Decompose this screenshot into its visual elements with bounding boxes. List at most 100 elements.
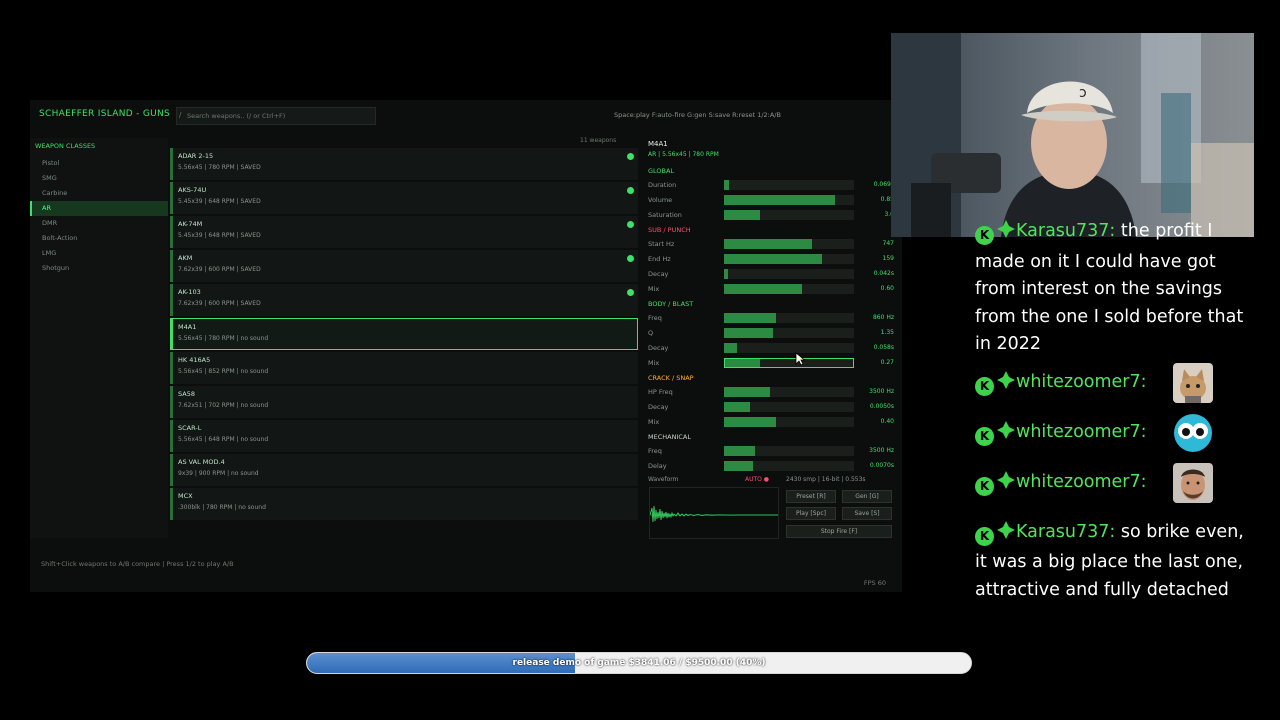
weapon-meta: 5.56x45 | 852 RPM | no sound: [178, 368, 269, 375]
weapon-name: AK-74M: [178, 220, 203, 228]
mouse-cursor-icon: [795, 352, 805, 366]
chat-badges: K: [975, 520, 1016, 550]
param-label: Start Hz: [648, 240, 675, 248]
saved-status-dot: [627, 255, 634, 262]
chat-badges: K: [975, 420, 1016, 450]
waveform-label: Waveform: [648, 476, 679, 483]
param-row: End Hz 159: [648, 252, 902, 267]
save-button[interactable]: Save [S]: [842, 507, 892, 520]
sidebar-item-shotgun[interactable]: Shotgun: [30, 261, 168, 276]
chat-username: Karasu737:: [1016, 521, 1116, 542]
saved-status-dot: [627, 221, 634, 228]
weapon-row[interactable]: AS VAL MOD.4 9x39 | 900 RPM | no sound: [170, 454, 638, 486]
param-slider-fill: [725, 359, 760, 367]
param-slider[interactable]: [724, 446, 854, 456]
sample-info: 2430 smp | 16-bit | 0.553s: [786, 476, 866, 483]
gem-badge-icon: [997, 520, 1015, 539]
param-row: Decay 0.042s: [648, 267, 902, 282]
weapon-name: M4A1: [178, 323, 197, 331]
weapon-name: AK-103: [178, 288, 201, 296]
gem-badge-icon: [997, 370, 1015, 389]
param-slider-fill: [724, 387, 770, 397]
play-button[interactable]: Play [Spc]: [786, 507, 836, 520]
sidebar-item-bolt-action[interactable]: Bolt-Action: [30, 231, 168, 246]
param-row: Mix 0.60: [648, 282, 902, 297]
param-value: 0.058s: [873, 344, 894, 351]
param-value: 0.0050s: [869, 403, 894, 410]
weapon-row[interactable]: MCX .300blk | 780 RPM | no sound: [170, 488, 638, 520]
param-slider[interactable]: [724, 402, 854, 412]
chat-badges: K: [975, 370, 1016, 400]
cat-emote: [1173, 362, 1213, 403]
weapon-row[interactable]: SCAR-L 5.56x45 | 648 RPM | no sound: [170, 420, 638, 452]
stop-fire-button[interactable]: Stop Fire [F]: [786, 525, 892, 538]
param-label: HP Freq: [648, 388, 673, 396]
param-slider[interactable]: [724, 180, 854, 190]
param-slider-fill: [724, 328, 774, 338]
sidebar-item-ar[interactable]: AR: [30, 201, 168, 216]
auto-fire-indicator: AUTO ●: [745, 476, 770, 483]
gen-button[interactable]: Gen [G]: [842, 490, 892, 503]
param-slider[interactable]: [724, 239, 854, 249]
search-input[interactable]: / Search weapons.. (/ or Ctrl+F): [176, 107, 376, 125]
sidebar-heading: WEAPON CLASSES: [35, 142, 96, 150]
parameter-list: GLOBAL Duration 0.069s Volume 0.85 Saturation…: [648, 164, 902, 476]
chat-message: Kwhitezoomer7:: [975, 362, 1245, 409]
weapon-row[interactable]: M4A1 5.56x45 | 780 RPM | no sound: [170, 318, 638, 350]
footer-hint: Shift+Click weapons to A/B compare | Pre…: [41, 560, 234, 568]
weapon-row[interactable]: AKS-74U 5.45x39 | 648 RPM | SAVED: [170, 182, 638, 214]
sidebar-item-carbine[interactable]: Carbine: [30, 186, 168, 201]
param-slider-fill: [724, 446, 756, 456]
sidebar-item-lmg[interactable]: LMG: [30, 246, 168, 261]
param-row: Start Hz 747: [648, 237, 902, 252]
weapon-editor-panel: M4A1 AR | 5.56x45 | 780 RPM × GLOBALDura…: [644, 138, 902, 539]
weapon-name: ADAR 2-15: [178, 152, 214, 160]
sidebar-item-pistol[interactable]: Pistol: [30, 156, 168, 171]
googly-eyes-emote: [1173, 413, 1213, 453]
param-slider[interactable]: [724, 269, 854, 279]
preset-button[interactable]: Preset [R]: [786, 490, 836, 503]
weapon-row[interactable]: AKM 7.62x39 | 600 RPM | SAVED: [170, 250, 638, 282]
chat-username: Karasu737:: [1016, 221, 1116, 241]
search-icon: /: [179, 111, 182, 119]
weapon-row[interactable]: AK-103 7.62x39 | 600 RPM | SAVED: [170, 284, 638, 316]
param-slider[interactable]: [724, 358, 854, 368]
param-slider[interactable]: [724, 284, 854, 294]
param-label: Freq: [648, 447, 662, 455]
weapon-meta: 7.62x39 | 600 RPM | SAVED: [178, 300, 261, 307]
param-slider[interactable]: [724, 210, 854, 220]
param-row: Saturation 3.0: [648, 208, 902, 223]
param-label: End Hz: [648, 255, 671, 263]
weapon-name: AS VAL MOD.4: [178, 458, 225, 466]
webcam-feed: ↄ: [891, 33, 1254, 237]
param-slider[interactable]: [724, 417, 854, 427]
param-slider[interactable]: [724, 461, 854, 471]
chat-message: K Karasu737: so brike even, it was a big …: [975, 519, 1245, 605]
chat-message: Kwhitezoomer7:: [975, 413, 1245, 459]
param-value: 860 Hz: [872, 314, 894, 321]
param-slider[interactable]: [724, 313, 854, 323]
weapon-row[interactable]: AK-74M 5.45x39 | 648 RPM | SAVED: [170, 216, 638, 248]
weapon-row[interactable]: ADAR 2-15 5.56x45 | 780 RPM | SAVED: [170, 148, 638, 180]
param-slider-fill: [724, 210, 761, 220]
param-row: Delay 0.0070s: [648, 459, 902, 474]
weapon-row[interactable]: SA58 7.62x51 | 702 RPM | no sound: [170, 386, 638, 418]
chat-username: whitezoomer7:: [1016, 421, 1147, 442]
param-label: Decay: [648, 270, 669, 278]
svg-text:ↄ: ↄ: [1079, 85, 1087, 101]
param-slider[interactable]: [724, 343, 854, 353]
panel-title: M4A1: [648, 140, 668, 148]
weapon-meta: 5.56x45 | 648 RPM | no sound: [178, 436, 269, 443]
param-slider[interactable]: [724, 254, 854, 264]
sidebar-item-dmr[interactable]: DMR: [30, 216, 168, 231]
sidebar-item-smg[interactable]: SMG: [30, 171, 168, 186]
weapon-class-sidebar: WEAPON CLASSES Pistol SMG Carbine AR DMR Bolt…: [30, 138, 168, 538]
weapon-row[interactable]: HK 416A5 5.56x45 | 852 RPM | no sound: [170, 352, 638, 384]
param-slider[interactable]: [724, 195, 854, 205]
param-slider[interactable]: [724, 328, 854, 338]
param-slider-fill: [724, 461, 753, 471]
weapon-name: AKM: [178, 254, 193, 262]
waveform-graph: [649, 505, 778, 523]
param-slider[interactable]: [724, 387, 854, 397]
gem-badge-icon: [997, 470, 1015, 489]
